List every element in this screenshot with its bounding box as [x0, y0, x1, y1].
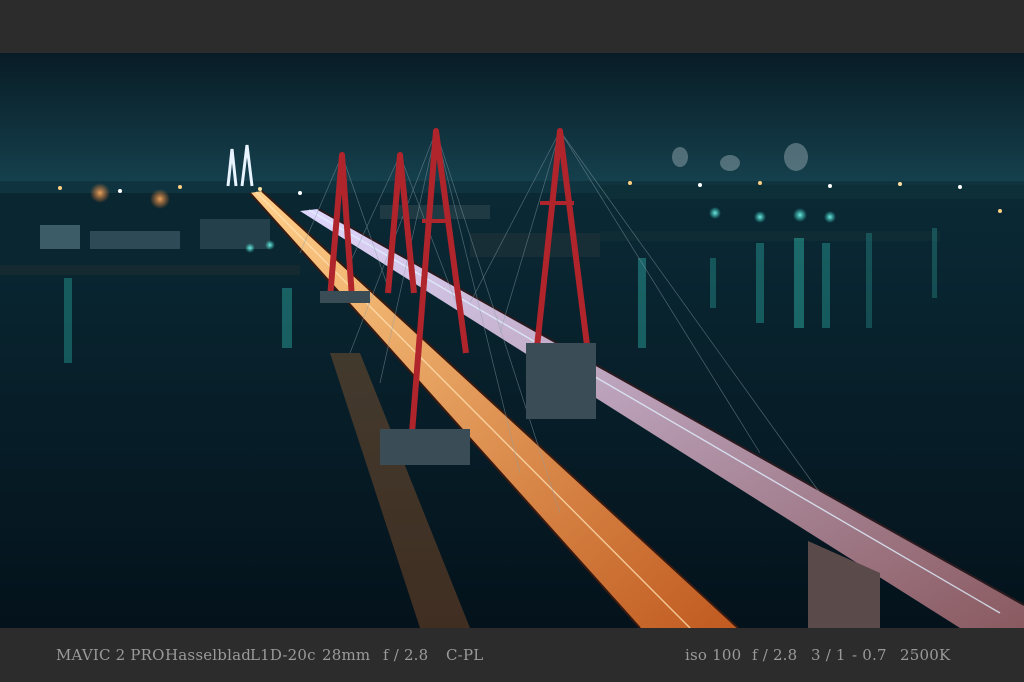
caption-iso: iso 100 [685, 646, 742, 664]
caption-camera: L1D-20c [250, 646, 316, 664]
night-sky [0, 53, 1024, 193]
caption-white-balance: 2500K [900, 646, 951, 664]
photo [0, 53, 1024, 628]
caption-brand: Hasselblad [165, 646, 252, 664]
caption-aperture: f / 2.8 [383, 646, 429, 664]
caption-filter: C-PL [446, 646, 484, 664]
bridge-night-photo [0, 53, 1024, 628]
caption-aperture-right: f / 2.8 [752, 646, 798, 664]
caption-focal-length: 28mm [322, 646, 371, 664]
caption-drone: MAVIC 2 PRO [56, 646, 165, 664]
caption-shutter: 3 / 1 [811, 646, 846, 664]
exif-caption-bar: MAVIC 2 PRO Hasselblad L1D-20c 28mm f / … [0, 628, 1024, 682]
caption-exposure-comp: - 0.7 [852, 646, 887, 664]
top-frame-bar [0, 0, 1024, 53]
